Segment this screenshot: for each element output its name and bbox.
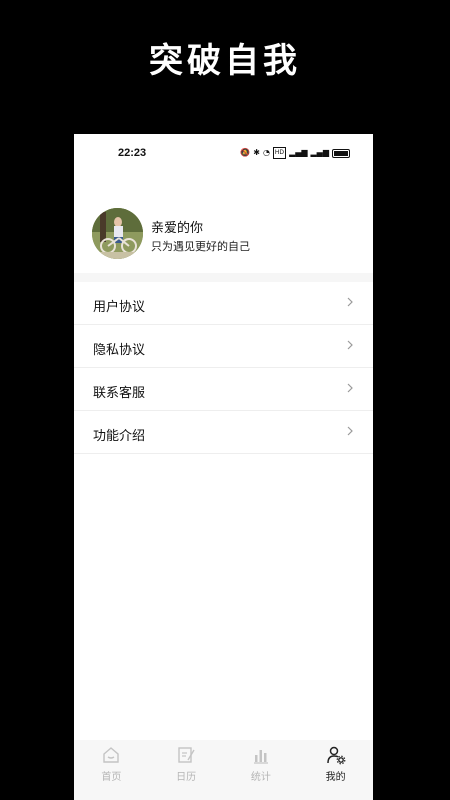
tab-label: 日历 <box>176 772 197 783</box>
menu-item-contact-support[interactable]: 联系客服 <box>74 368 373 411</box>
tab-calendar[interactable]: 日历 <box>149 740 224 800</box>
phone-screen: 22:23 🔕 ✱ ◔ HD ▂▄▆ ▂▄▆ 亲爱的你 只为遇见更好的自己 用户… <box>74 134 373 800</box>
calendar-edit-icon <box>178 747 195 763</box>
tab-home[interactable]: 首页 <box>74 740 149 800</box>
status-time: 22:23 <box>118 147 147 159</box>
chevron-right-icon <box>347 297 353 307</box>
profile-motto: 只为遇见更好的自己 <box>151 240 250 253</box>
status-icons: 🔕 ✱ ◔ HD ▂▄▆ ▂▄▆ <box>240 147 350 159</box>
menu-item-label: 联系客服 <box>93 386 146 401</box>
chevron-right-icon <box>347 383 353 393</box>
hd-icon: HD <box>272 147 287 159</box>
bottom-tab-bar: 首页 日历 统计 我的 <box>74 740 373 800</box>
tab-label: 我的 <box>325 772 346 783</box>
menu-item-user-agreement[interactable]: 用户协议 <box>74 282 373 325</box>
menu-item-label: 功能介绍 <box>93 429 146 444</box>
empty-content-area <box>74 454 373 740</box>
profile-name: 亲爱的你 <box>151 221 204 236</box>
avatar[interactable] <box>92 208 143 259</box>
stats-icon <box>253 750 268 764</box>
top-banner: 突破自我 <box>0 0 450 134</box>
chevron-right-icon <box>347 426 353 436</box>
menu-item-privacy-agreement[interactable]: 隐私协议 <box>74 325 373 368</box>
tab-label: 统计 <box>250 772 271 783</box>
mute-icon: 🔕 <box>240 148 251 157</box>
tab-stats[interactable]: 统计 <box>224 740 299 800</box>
profile-card[interactable]: 亲爱的你 只为遇见更好的自己 <box>74 172 373 273</box>
menu-item-label: 隐私协议 <box>93 343 146 358</box>
tab-label: 首页 <box>101 772 122 783</box>
profile-settings-icon <box>326 746 346 765</box>
status-bar: 22:23 🔕 ✱ ◔ HD ▂▄▆ ▂▄▆ <box>74 134 373 172</box>
signal-icon: ▂▄▆ <box>289 148 308 157</box>
tab-mine[interactable]: 我的 <box>298 740 373 800</box>
menu-item-feature-intro[interactable]: 功能介绍 <box>74 411 373 454</box>
signal-icon-2: ▂▄▆ <box>310 148 329 157</box>
bluetooth-icon: ✱ <box>253 148 260 157</box>
settings-menu: 用户协议 隐私协议 联系客服 功能介绍 <box>74 282 373 454</box>
chevron-right-icon <box>347 340 353 350</box>
menu-item-label: 用户协议 <box>93 300 146 315</box>
battery-icon <box>332 148 350 158</box>
wifi-icon: ◔ <box>262 148 270 157</box>
home-icon <box>103 747 120 763</box>
banner-title: 突破自我 <box>149 40 301 81</box>
